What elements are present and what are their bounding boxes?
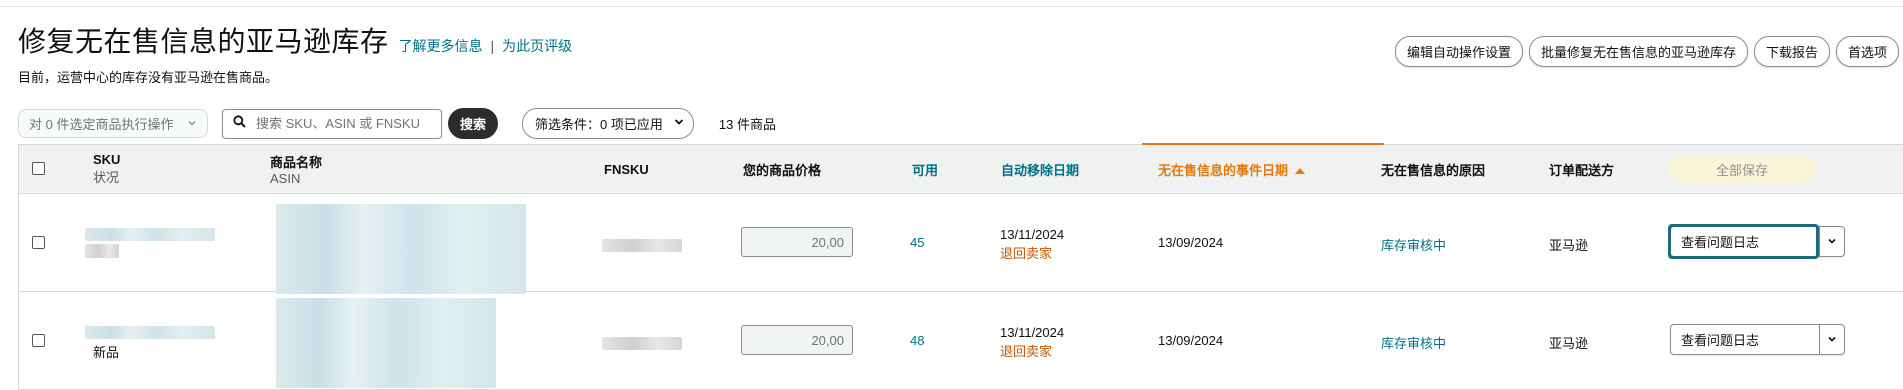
col-product-name-label: 商品名称 [270, 155, 323, 170]
filter-value: 0 项已应用 [600, 117, 663, 132]
chevron-down-icon [1827, 332, 1837, 347]
sort-ascending-icon [1295, 162, 1306, 177]
removal-action: 退回卖家 [1000, 246, 1053, 261]
page-title: 修复无在售信息的亚马逊库存 [18, 26, 389, 57]
reason-link[interactable]: 库存审核中 [1381, 235, 1446, 254]
col-fulfillment: 订单配送方 [1549, 162, 1615, 178]
col-sku[interactable]: SKU 状况 [93, 145, 120, 193]
top-divider [0, 0, 1903, 7]
redacted-fnsku [602, 239, 682, 252]
redacted-sku [85, 326, 215, 339]
view-issue-log-button[interactable]: 查看问题日志 [1671, 325, 1819, 354]
search-input[interactable] [254, 115, 438, 132]
col-event-date-label: 无在售信息的事件日期 [1158, 162, 1289, 178]
view-issue-log-split-button: 查看问题日志 [1668, 224, 1845, 259]
bulk-action-label: 对 0 件选定商品执行操作 [29, 117, 174, 132]
save-all-button[interactable]: 全部保存 [1668, 155, 1816, 184]
search-field[interactable] [222, 108, 442, 139]
fulfillment-channel: 亚马逊 [1549, 336, 1589, 351]
col-auto-removal-date[interactable]: 自动移除日期 [1001, 145, 1079, 193]
view-issue-log-button[interactable]: 查看问题日志 [1668, 224, 1819, 259]
learn-more-link[interactable]: 了解更多信息 [399, 36, 483, 56]
item-count: 13 件商品 [718, 117, 776, 132]
condition-label: 新品 [93, 345, 120, 360]
bulk-action-select[interactable]: 对 0 件选定商品执行操作 [18, 109, 208, 138]
view-issue-log-split-button: 查看问题日志 [1670, 324, 1845, 355]
row-checkbox[interactable] [32, 236, 45, 249]
col-product-name[interactable]: 商品名称 ASIN [270, 145, 322, 193]
redacted-fnsku [602, 337, 682, 350]
col-price[interactable]: 您的商品价格 [743, 145, 821, 193]
col-asin-label: ASIN [270, 171, 301, 186]
action-menu-toggle[interactable] [1819, 227, 1844, 256]
removal-date: 13/11/2024 [1000, 227, 1065, 242]
redacted-product-name [276, 298, 496, 388]
chevron-down-icon [187, 116, 197, 131]
filter-text: 筛选条件：0 项已应用 [535, 114, 663, 133]
redacted-product-name [276, 204, 526, 294]
col-event-date[interactable]: 无在售信息的事件日期 [1158, 145, 1306, 193]
reason-link[interactable]: 库存审核中 [1381, 333, 1446, 352]
rate-page-link[interactable]: 为此页评级 [502, 36, 572, 56]
removal-date: 13/11/2024 [1000, 325, 1065, 340]
header-separator: | [490, 38, 495, 54]
filter-button[interactable]: 筛选条件：0 项已应用 [522, 108, 694, 139]
table-row: 新品 20,00 48 13/11/2024 退回卖家 13/09/2024 库… [19, 292, 1903, 389]
table-header: SKU 状况 商品名称 ASIN FNSKU 您的商品价格 可用 自动移除日期 … [19, 143, 1903, 194]
chevron-down-icon [1827, 234, 1837, 249]
fulfillment-channel: 亚马逊 [1549, 238, 1589, 253]
table-row: 20,00 45 13/11/2024 退回卖家 13/09/2024 库存审核… [19, 194, 1903, 294]
preferences-button[interactable]: 首选项 [1835, 36, 1899, 67]
col-reason: 无在售信息的原因 [1381, 162, 1486, 178]
event-date: 13/09/2024 [1158, 333, 1224, 348]
download-report-button[interactable]: 下载报告 [1753, 36, 1830, 67]
col-available[interactable]: 可用 [912, 145, 938, 193]
col-status-label: 状况 [93, 170, 120, 185]
search-icon [233, 114, 246, 133]
inventory-table: SKU 状况 商品名称 ASIN FNSKU 您的商品价格 可用 自动移除日期 … [18, 143, 1903, 390]
page-header: 修复无在售信息的亚马逊库存 了解更多信息 | 为此页评级 [18, 20, 572, 60]
price-input[interactable]: 20,00 [741, 325, 853, 355]
event-date: 13/09/2024 [1158, 235, 1224, 250]
bulk-fix-button[interactable]: 批量修复无在售信息的亚马逊库存 [1528, 36, 1748, 67]
chevron-down-icon [673, 116, 685, 131]
available-qty-link[interactable]: 45 [910, 235, 924, 250]
search-button[interactable]: 搜索 [448, 108, 499, 139]
price-input[interactable]: 20,00 [741, 227, 853, 257]
edit-auto-settings-button[interactable]: 编辑自动操作设置 [1394, 36, 1523, 67]
action-menu-toggle[interactable] [1819, 325, 1844, 354]
toolbar: 对 0 件选定商品执行操作 搜索 筛选条件：0 项已应用 13 件商品 [18, 108, 776, 139]
top-actions: 编辑自动操作设置 批量修复无在售信息的亚马逊库存 下载报告 首选项 [1394, 36, 1899, 67]
col-sku-label: SKU [93, 152, 121, 167]
removal-action: 退回卖家 [1000, 344, 1053, 359]
redacted-sku [85, 228, 215, 241]
available-qty-link[interactable]: 48 [910, 333, 924, 348]
row-checkbox[interactable] [32, 334, 45, 347]
redacted-status [85, 244, 119, 258]
page-subtitle: 目前，运营中心的库存没有亚马逊在售商品。 [18, 70, 279, 85]
filter-label: 筛选条件： [535, 117, 601, 132]
col-fnsku[interactable]: FNSKU [604, 145, 649, 193]
select-all-checkbox[interactable] [32, 162, 45, 175]
